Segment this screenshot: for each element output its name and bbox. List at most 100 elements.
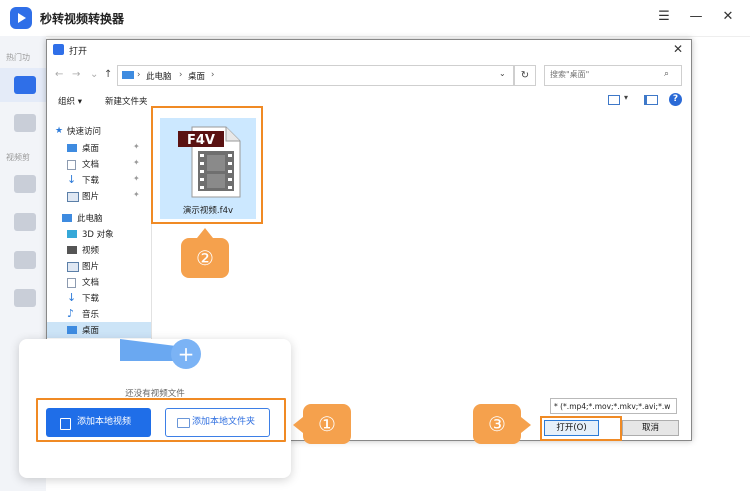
tree-item-music[interactable]: ♪ 音乐 bbox=[47, 306, 151, 322]
tree-item-downloads[interactable]: ↓ 下载 ✦ bbox=[47, 172, 151, 188]
button-label: 添加本地文件夹 bbox=[192, 417, 256, 427]
tree-item-label: 文档 bbox=[82, 278, 100, 288]
sidebar-tool-icon[interactable] bbox=[14, 251, 36, 269]
help-icon[interactable]: ? bbox=[669, 93, 682, 106]
file-highlight bbox=[151, 106, 263, 224]
file-type-select[interactable]: * (*.mp4;*.mov;*.mkv;*.avi;*.w bbox=[550, 398, 677, 414]
tree-item-label: 图片 bbox=[82, 262, 100, 272]
music-icon: ♪ bbox=[67, 307, 75, 320]
app-title: 秒转视频转换器 bbox=[40, 12, 125, 26]
tree-item-label: 视频 bbox=[82, 246, 100, 256]
download-icon: ↓ bbox=[67, 291, 77, 304]
this-pc-icon bbox=[122, 71, 134, 79]
add-local-video-button[interactable]: 添加本地视频 bbox=[46, 408, 151, 437]
address-bar[interactable]: › 此电脑 › 桌面 › bbox=[117, 65, 514, 86]
document-icon bbox=[67, 160, 76, 170]
new-folder-button[interactable]: 新建文件夹 bbox=[105, 95, 148, 107]
tree-item-label: 文档 bbox=[82, 160, 100, 170]
star-icon: ★ bbox=[55, 126, 64, 136]
empty-state-card: + 还没有视频文件 添加本地视频 添加本地文件夹 bbox=[19, 339, 291, 478]
refresh-button[interactable]: ↻ bbox=[514, 65, 536, 86]
document-icon bbox=[67, 278, 76, 288]
callout-step-3: ③ bbox=[473, 404, 521, 444]
sidebar-section-edit: 视频剪 bbox=[6, 153, 30, 162]
callout-step-1: ① bbox=[303, 404, 351, 444]
tree-item-label: 此电脑 bbox=[77, 214, 103, 224]
app-logo-icon bbox=[10, 7, 32, 29]
view-dropdown-icon[interactable]: ▾ bbox=[624, 93, 628, 102]
sidebar-tool-icon[interactable] bbox=[14, 114, 36, 132]
breadcrumb-separator: › bbox=[211, 70, 215, 80]
menu-icon[interactable]: ☰ bbox=[656, 9, 672, 25]
address-history-dropdown[interactable]: ⌄ bbox=[499, 69, 506, 78]
cube-icon bbox=[67, 230, 77, 238]
callout-one-pointer bbox=[293, 417, 303, 433]
tree-item-desktop[interactable]: 桌面 ✦ bbox=[47, 140, 151, 156]
sidebar-tool-icon[interactable] bbox=[14, 289, 36, 307]
forward-button[interactable]: → bbox=[72, 69, 80, 80]
tree-item-documents-pc[interactable]: 文档 bbox=[47, 274, 151, 290]
desktop-icon bbox=[67, 326, 77, 334]
tree-item-quick-access[interactable]: ★ 快速访问 bbox=[47, 123, 151, 139]
folder-icon bbox=[177, 418, 190, 428]
search-box[interactable]: ⌕ bbox=[544, 65, 682, 86]
dialog-close-button[interactable]: ✕ bbox=[673, 42, 683, 56]
navigation-row: ← → ⌄ ↑ › 此电脑 › 桌面 › ⌄ ↻ ⌕ bbox=[47, 62, 691, 88]
tree-item-label: 桌面 bbox=[82, 144, 100, 154]
app-titlebar: 秒转视频转换器 ☰ — ✕ bbox=[0, 0, 750, 37]
pictures-icon bbox=[67, 262, 79, 272]
tree-item-pictures[interactable]: 图片 ✦ bbox=[47, 188, 151, 204]
tree-item-label: 3D 对象 bbox=[82, 230, 114, 240]
sidebar-tool-icon[interactable] bbox=[14, 175, 36, 193]
computer-icon bbox=[62, 214, 72, 222]
desktop-icon bbox=[67, 144, 77, 152]
pin-icon: ✦ bbox=[133, 190, 140, 199]
tree-item-pictures-pc[interactable]: 图片 bbox=[47, 258, 151, 274]
up-button[interactable]: ↑ bbox=[104, 69, 112, 80]
open-button-highlight bbox=[540, 416, 622, 441]
sidebar-section-hot: 热门功 bbox=[6, 53, 30, 62]
plus-icon: + bbox=[171, 339, 201, 369]
callout-step-2: ② bbox=[181, 238, 229, 278]
tree-item-label: 图片 bbox=[82, 192, 100, 202]
command-bar: 组织 ▾ 新建文件夹 ▾ ? bbox=[47, 90, 691, 112]
add-local-folder-button[interactable]: 添加本地文件夹 bbox=[165, 408, 270, 437]
dialog-app-icon bbox=[53, 44, 64, 55]
tree-item-label: 音乐 bbox=[82, 310, 100, 320]
close-button[interactable]: ✕ bbox=[720, 9, 736, 25]
dialog-titlebar: 打开 ✕ bbox=[47, 40, 691, 60]
dialog-title: 打开 bbox=[69, 47, 88, 57]
callout-three-pointer bbox=[521, 417, 531, 433]
tree-item-3d-objects[interactable]: 3D 对象 bbox=[47, 226, 151, 242]
cancel-button[interactable]: 取消 bbox=[622, 420, 679, 436]
back-button[interactable]: ← bbox=[55, 69, 63, 80]
minimize-button[interactable]: — bbox=[688, 9, 704, 25]
button-label: 添加本地视频 bbox=[77, 417, 132, 427]
recent-locations-dropdown[interactable]: ⌄ bbox=[90, 69, 98, 80]
search-icon[interactable]: ⌕ bbox=[664, 69, 669, 79]
breadcrumb-desktop[interactable]: 桌面 bbox=[188, 70, 205, 82]
pin-icon: ✦ bbox=[133, 174, 140, 183]
breadcrumb-this-pc[interactable]: 此电脑 bbox=[146, 70, 172, 82]
organize-button[interactable]: 组织 ▾ bbox=[58, 95, 82, 107]
sidebar-tool-icon[interactable] bbox=[14, 213, 36, 231]
pictures-icon bbox=[67, 192, 79, 202]
tree-item-label: 下载 bbox=[82, 294, 100, 304]
tree-item-videos[interactable]: 视频 bbox=[47, 242, 151, 258]
video-file-icon bbox=[60, 418, 71, 430]
search-input[interactable] bbox=[550, 70, 655, 79]
tree-item-downloads-pc[interactable]: ↓ 下载 bbox=[47, 290, 151, 306]
preview-pane-icon[interactable] bbox=[644, 95, 658, 105]
view-options-icon[interactable] bbox=[608, 95, 620, 105]
tree-item-label: 桌面 bbox=[82, 326, 100, 336]
pin-icon: ✦ bbox=[133, 158, 140, 167]
pin-icon: ✦ bbox=[133, 142, 140, 151]
video-convert-icon[interactable] bbox=[14, 76, 36, 94]
tree-item-documents[interactable]: 文档 ✦ bbox=[47, 156, 151, 172]
tree-item-this-pc[interactable]: 此电脑 bbox=[47, 210, 151, 226]
tree-item-desktop-pc[interactable]: 桌面 bbox=[47, 322, 151, 338]
breadcrumb-separator: › bbox=[179, 70, 183, 80]
download-icon: ↓ bbox=[67, 173, 77, 186]
video-icon bbox=[67, 246, 77, 254]
tree-item-label: 快速访问 bbox=[67, 127, 102, 137]
